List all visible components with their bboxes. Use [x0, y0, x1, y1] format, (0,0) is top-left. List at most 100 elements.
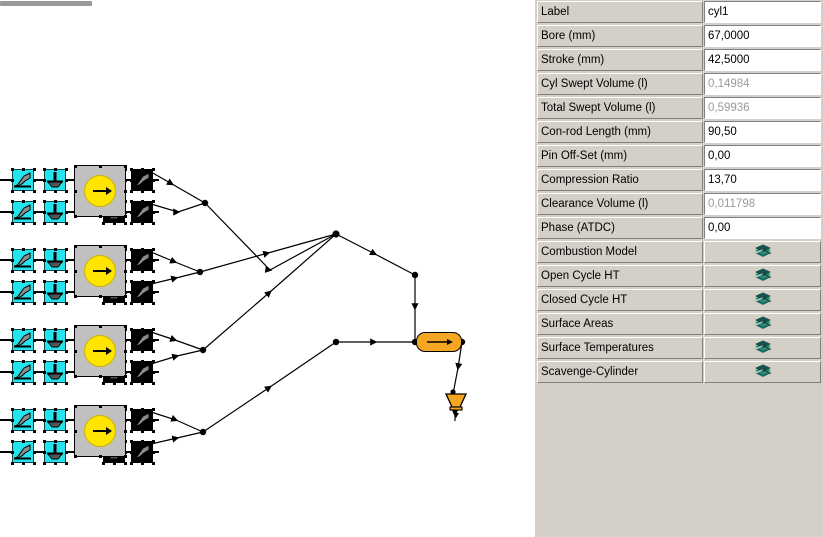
selection-handle [98, 454, 102, 458]
selection-handle [64, 407, 68, 411]
inlet-valve[interactable] [42, 359, 68, 385]
exhaust-junction[interactable] [129, 279, 155, 305]
selection-handle [140, 461, 144, 465]
property-dialog-button[interactable] [704, 313, 821, 335]
property-dialog-button[interactable] [704, 241, 821, 263]
property-row: Phase (ATDC) 0,00 [535, 216, 823, 240]
inlet-valve[interactable] [42, 439, 68, 465]
selection-handle [10, 247, 14, 251]
inlet-junction[interactable] [10, 279, 36, 305]
property-label: Clearance Volume (l) [537, 193, 703, 215]
selection-handle [98, 294, 102, 298]
ambient-outlet[interactable] [442, 390, 470, 423]
selection-handle [64, 279, 68, 283]
inlet-junction[interactable] [10, 439, 36, 465]
selection-handle [151, 429, 155, 433]
selection-handle [112, 381, 116, 385]
exhaust-junction[interactable] [129, 199, 155, 225]
selection-handle [42, 407, 46, 411]
connector-stub [153, 211, 159, 213]
inlet-junction[interactable] [10, 327, 36, 353]
property-value-input[interactable]: 42,5000 [704, 49, 821, 71]
book-stack-icon [754, 244, 772, 261]
selection-handle [21, 327, 25, 331]
property-value-input[interactable]: 0,00 [704, 217, 821, 239]
inlet-junction[interactable] [10, 407, 36, 433]
selection-handle [53, 221, 57, 225]
selection-handle [129, 407, 133, 411]
connector-stub [34, 291, 45, 293]
property-dialog-button[interactable] [704, 337, 821, 359]
selection-handle [129, 301, 133, 305]
property-dialog-button[interactable] [704, 289, 821, 311]
property-value-input[interactable]: 90,50 [704, 121, 821, 143]
selection-handle [21, 247, 25, 251]
selection-handle [21, 221, 25, 225]
property-dialog-button[interactable] [704, 361, 821, 383]
selection-handle [32, 301, 36, 305]
selection-handle [10, 221, 14, 225]
inlet-valve[interactable] [42, 167, 68, 193]
property-value-input[interactable]: 13,70 [704, 169, 821, 191]
book-stack-icon [754, 364, 772, 381]
inlet-junction[interactable] [10, 359, 36, 385]
selection-handle [151, 279, 155, 283]
selection-handle [32, 269, 36, 273]
cylinder-block[interactable] [73, 244, 127, 298]
selection-handle [32, 429, 36, 433]
exhaust-junction[interactable] [129, 167, 155, 193]
selection-handle [32, 199, 36, 203]
exhaust-junction[interactable] [129, 407, 155, 433]
schematic-canvas[interactable] [0, 0, 535, 537]
selection-handle [64, 381, 68, 385]
property-row: Open Cycle HT [535, 264, 823, 288]
exhaust-junction[interactable] [129, 359, 155, 385]
inlet-valve[interactable] [42, 247, 68, 273]
inlet-junction[interactable] [10, 167, 36, 193]
selection-handle [21, 199, 25, 203]
selection-handle [10, 439, 14, 443]
property-value-input[interactable]: 0,00 [704, 145, 821, 167]
selection-handle [42, 359, 46, 363]
inlet-valve[interactable] [42, 199, 68, 225]
inlet-junction[interactable] [10, 199, 36, 225]
exhaust-junction[interactable] [129, 439, 155, 465]
selection-handle [140, 349, 144, 353]
selection-handle [53, 327, 57, 331]
property-label: Surface Temperatures [537, 337, 703, 359]
inlet-junction[interactable] [10, 247, 36, 273]
selection-handle [129, 359, 133, 363]
selection-handle [73, 374, 77, 378]
exhaust-junction[interactable] [129, 247, 155, 273]
cylinder-block[interactable] [73, 324, 127, 378]
selection-handle [64, 461, 68, 465]
selection-handle [73, 189, 77, 193]
connector-stub [125, 211, 132, 213]
muffler[interactable] [416, 332, 462, 352]
exhaust-junction[interactable] [129, 327, 155, 353]
inlet-valve[interactable] [42, 279, 68, 305]
property-row: Compression Ratio 13,70 [535, 168, 823, 192]
property-value-readonly: 0,14984 [704, 73, 821, 95]
cylinder-block[interactable] [73, 164, 127, 218]
property-value-input[interactable]: cyl1 [704, 1, 821, 23]
selection-handle [129, 199, 133, 203]
book-stack-icon [754, 340, 772, 357]
selection-handle [129, 189, 133, 193]
connector-stub [0, 339, 14, 341]
property-value-input[interactable]: 67,0000 [704, 25, 821, 47]
selection-handle [53, 247, 57, 251]
selection-handle [73, 164, 77, 168]
selection-handle [73, 214, 77, 218]
selection-handle [140, 167, 144, 171]
selection-handle [140, 407, 144, 411]
selection-handle [53, 439, 57, 443]
inlet-valve[interactable] [42, 327, 68, 353]
cylinder-block[interactable] [73, 404, 127, 458]
inlet-valve[interactable] [42, 407, 68, 433]
connector-stub [125, 291, 132, 293]
selection-handle [10, 199, 14, 203]
property-row: Clearance Volume (l) 0,011798 [535, 192, 823, 216]
selection-handle [10, 359, 14, 363]
property-dialog-button[interactable] [704, 265, 821, 287]
